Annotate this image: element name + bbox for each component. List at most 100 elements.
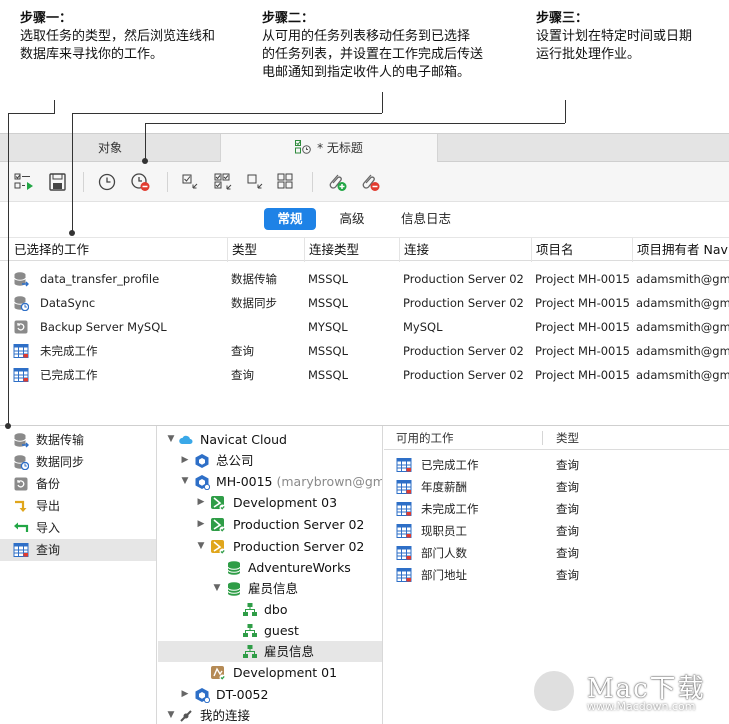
import-icon <box>14 522 29 532</box>
tree-node-dt-0052[interactable]: ▶ DT-0052 <box>158 684 382 705</box>
col-header-job[interactable]: 已选择的工作 <box>10 238 226 262</box>
macdown-logo <box>531 668 577 714</box>
set-schedule-icon[interactable] <box>96 172 118 192</box>
watermark: Mac下载 www.Macdown.com <box>531 666 721 718</box>
query-icon <box>396 546 412 560</box>
add-attachment-icon[interactable] <box>326 172 348 192</box>
cell-type: 数据传输 <box>231 272 277 286</box>
move-all-jobs-icon[interactable] <box>213 172 235 192</box>
list-item[interactable]: 已完成工作 查询 <box>384 454 729 476</box>
table-row[interactable]: Backup Server MySQL MYSQL MySQL Project MH-… <box>0 315 729 339</box>
cell-name: DataSync <box>40 296 96 310</box>
chevron-down-icon[interactable]: ▼ <box>166 705 176 724</box>
callout-line <box>72 113 382 114</box>
table-row[interactable]: data_transfer_profile 数据传输 MSSQL Production… <box>0 267 729 291</box>
move-job-icon[interactable] <box>180 172 202 192</box>
tree-node-production-server-02[interactable]: ▶ Production Server 02 <box>158 514 382 535</box>
project-icon <box>195 454 209 468</box>
tab-message-log[interactable]: 信息日志 <box>388 208 464 230</box>
tab-advanced[interactable]: 高级 <box>326 208 378 230</box>
tree-node-development-03[interactable]: ▶ Development 03 <box>158 492 382 513</box>
col-header-available-type[interactable]: 类型 <box>556 426 579 450</box>
step-1-text-1: 选取任务的类型，然后浏览连线和 <box>20 29 216 44</box>
step-2-title: 步骤二： <box>262 11 315 26</box>
chevron-down-icon[interactable]: ▼ <box>196 536 206 557</box>
job-type-item[interactable]: 数据同步 <box>0 451 156 473</box>
remove-job-icon[interactable] <box>245 172 267 192</box>
col-header-connection[interactable]: 连接 <box>399 238 530 262</box>
job-type-item[interactable]: 数据传输 <box>0 429 156 451</box>
tree-node-guest[interactable]: guest <box>158 620 382 641</box>
job-type-label: 数据传输 <box>36 433 85 447</box>
tree-node-production-server-02-open[interactable]: ▼ Production Server 02 <box>158 536 382 557</box>
chevron-down-icon[interactable]: ▼ <box>166 429 176 450</box>
tab-untitled[interactable]: * 无标题 <box>220 134 438 163</box>
chevron-down-icon[interactable]: ▼ <box>212 578 222 599</box>
callout-line <box>72 113 73 235</box>
table-row[interactable]: DataSync 数据同步 MSSQL Production Server 02 Pro… <box>0 291 729 315</box>
table-row[interactable]: 未完成工作 查询 MSSQL Production Server 02 Project … <box>0 339 729 363</box>
selected-jobs-table: 已选择的工作 类型 连接类型 连接 项目名 项目拥有者 Nav data_tra… <box>0 237 729 387</box>
chevron-right-icon[interactable]: ▶ <box>196 492 206 513</box>
tab-objects[interactable]: 对象 <box>0 134 220 162</box>
job-type-item[interactable]: 备份 <box>0 473 156 495</box>
list-item[interactable]: 部门人数 查询 <box>384 542 729 564</box>
save-icon[interactable] <box>47 172 69 192</box>
step-2-text-1: 从可用的任务列表移动任务到已选择 <box>262 29 471 44</box>
table-row[interactable]: 已完成工作 查询 MSSQL Production Server 02 Project … <box>0 363 729 387</box>
available-job-type: 查询 <box>556 546 579 560</box>
tree-node-headquarters[interactable]: ▶ 总公司 <box>158 450 382 471</box>
tree-node-employees-schema[interactable]: 雇员信息 <box>158 641 382 662</box>
job-type-item[interactable]: 查询 <box>0 539 156 561</box>
query-icon <box>396 568 412 582</box>
tree-label: Development 03 <box>233 495 338 510</box>
chevron-right-icon[interactable]: ▶ <box>180 684 190 705</box>
chevron-right-icon[interactable]: ▶ <box>180 450 190 471</box>
list-item[interactable]: 未完成工作 查询 <box>384 498 729 520</box>
tree-node-adventureworks[interactable]: AdventureWorks <box>158 557 382 578</box>
tree-node-my-connections[interactable]: ▼ 我的连接 <box>158 705 382 724</box>
list-item[interactable]: 年度薪酬 查询 <box>384 476 729 498</box>
cell-conn: Production Server 02 <box>403 272 524 286</box>
selected-jobs-rows: data_transfer_profile 数据传输 MSSQL Production… <box>0 267 729 387</box>
tree-node-employees-db[interactable]: ▼ 雇员信息 <box>158 578 382 599</box>
job-type-item[interactable]: 导入 <box>0 517 156 539</box>
tree-node-dbo[interactable]: dbo <box>158 599 382 620</box>
delete-attachment-icon[interactable] <box>359 172 381 192</box>
chevron-right-icon[interactable]: ▶ <box>196 514 206 535</box>
job-type-label: 数据同步 <box>36 455 85 469</box>
delete-schedule-icon[interactable] <box>129 172 151 192</box>
step-3-text-2: 运行批处理作业。 <box>536 47 641 62</box>
list-item[interactable]: 部门地址 查询 <box>384 564 729 586</box>
col-header-project[interactable]: 项目名 <box>531 238 631 262</box>
col-header-type[interactable]: 类型 <box>227 238 303 262</box>
tree-node-navicat-cloud[interactable]: ▼ Navicat Cloud <box>158 429 382 450</box>
tree-node-mh-0015[interactable]: ▼ MH-0015 (marybrown@gm... <box>158 471 383 492</box>
remove-all-jobs-icon[interactable] <box>276 172 298 192</box>
available-job-name: 未完成工作 <box>421 502 479 516</box>
job-type-item[interactable]: 导出 <box>0 495 156 517</box>
toolbar <box>0 162 729 202</box>
cell-type: 查询 <box>231 344 254 358</box>
batch-job-window: 对象 * 无标题 常规 高级 信息日志 已选择的工作 类型 连接类型 连接 项目… <box>0 133 729 724</box>
chevron-down-icon[interactable]: ▼ <box>180 471 190 492</box>
project-owner: (marybrown@gm... <box>276 474 383 489</box>
shared-project-icon <box>195 475 210 490</box>
col-header-available-job[interactable]: 可用的工作 <box>396 426 454 450</box>
col-header-owner[interactable]: 项目拥有者 Nav <box>632 238 729 262</box>
cell-name: data_transfer_profile <box>40 272 160 286</box>
available-header: 可用的工作 类型 <box>384 426 729 450</box>
tree-node-development-01[interactable]: Development 01 <box>158 662 382 683</box>
step-1-annotation: 步骤一： 选取任务的类型，然后浏览连线和 数据库来寻找你的工作。 <box>20 10 235 64</box>
run-icon[interactable] <box>13 172 35 192</box>
cell-conn: MySQL <box>403 320 443 334</box>
cell-project: Project MH-0015 <box>535 296 630 310</box>
cell-conn: Production Server 02 <box>403 344 524 358</box>
list-item[interactable]: 现职员工 查询 <box>384 520 729 542</box>
callout-line <box>8 113 9 426</box>
connection-tree: ▼ Navicat Cloud ▶ 总公司 ▼ MH-0015 (marybro… <box>158 426 383 724</box>
col-header-conn-type[interactable]: 连接类型 <box>304 238 398 262</box>
callout-line <box>8 113 55 114</box>
tab-general[interactable]: 常规 <box>264 208 316 230</box>
backup-icon <box>14 320 28 334</box>
